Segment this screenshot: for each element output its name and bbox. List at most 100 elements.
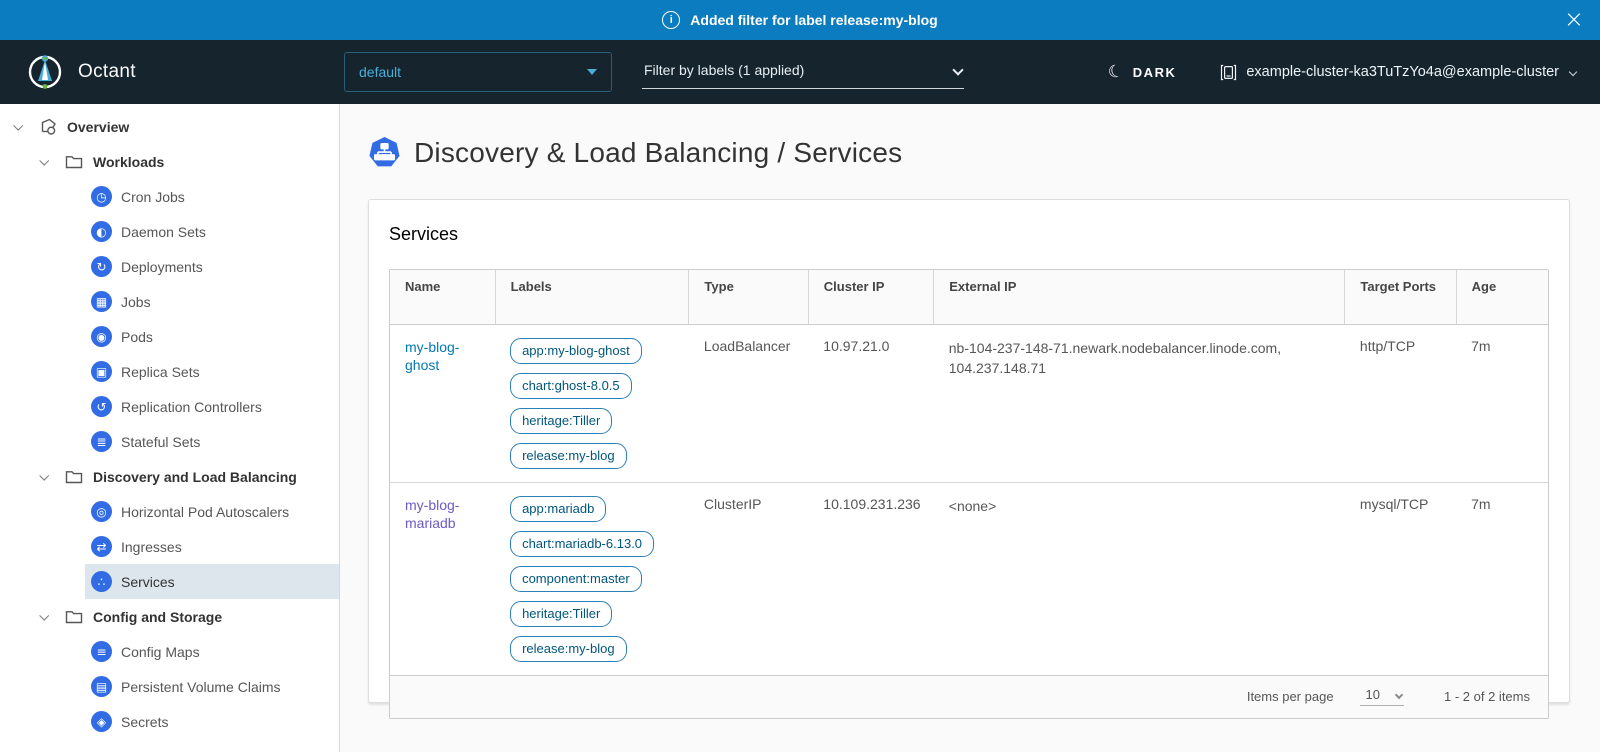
- column-header-cluster-ip: Cluster IP: [808, 270, 933, 324]
- table-row: my-blog-mariadb app:mariadb chart:mariad…: [390, 482, 1548, 675]
- column-header-target-ports: Target Ports: [1345, 270, 1456, 324]
- persistent-volume-claims-icon: ▤: [91, 676, 112, 697]
- services-table: Name Labels Type Cluster IP External IP …: [389, 269, 1549, 719]
- config-maps-icon: ≡: [91, 641, 112, 662]
- label-chip[interactable]: release:my-blog: [510, 636, 627, 662]
- app-title: Octant: [78, 61, 136, 83]
- daemon-sets-icon: ◐: [91, 221, 112, 242]
- service-name-link[interactable]: my-blog-ghost: [405, 339, 459, 374]
- sidebar-item-ingresses[interactable]: ⇄ Ingresses: [85, 529, 340, 564]
- folder-icon: [64, 154, 84, 170]
- namespace-select[interactable]: default: [344, 52, 612, 92]
- label-chip[interactable]: release:my-blog: [510, 443, 627, 469]
- chevron-down-icon[interactable]: [39, 611, 49, 621]
- stateful-sets-icon: ≣: [91, 431, 112, 452]
- sidebar-item-stateful-sets[interactable]: ≣ Stateful Sets: [85, 424, 340, 459]
- info-icon: i: [662, 11, 680, 29]
- replication-controllers-icon: ↺: [91, 396, 112, 417]
- sidebar-item-daemon-sets[interactable]: ◐ Daemon Sets: [85, 214, 340, 249]
- sidebar-item-label: Pods: [121, 329, 153, 345]
- cluster-context-select[interactable]: example-cluster-ka3TuTzYo4a@example-clus…: [1220, 64, 1576, 81]
- target-ports: http/TCP: [1345, 324, 1456, 482]
- sidebar-item-label: Replication Controllers: [121, 399, 262, 415]
- sidebar-group-workloads[interactable]: Workloads: [0, 144, 339, 179]
- dark-mode-label: DARK: [1133, 65, 1177, 80]
- horizontal-pod-autoscalers-icon: ◎: [91, 501, 112, 522]
- sidebar-item-label: Overview: [67, 119, 129, 135]
- sidebar-item-label: Horizontal Pod Autoscalers: [121, 504, 289, 520]
- external-ip: <none>: [934, 482, 1345, 675]
- table-header-row: Name Labels Type Cluster IP External IP …: [390, 270, 1548, 324]
- sidebar-item-jobs[interactable]: ▦ Jobs: [85, 284, 340, 319]
- sidebar-group-discovery-and-load-balancing[interactable]: Discovery and Load Balancing: [0, 459, 339, 494]
- column-header-name: Name: [390, 270, 495, 324]
- sidebar-item-persistent-volume-claims[interactable]: ▤ Persistent Volume Claims: [85, 669, 340, 704]
- sidebar-item-config-maps[interactable]: ≡ Config Maps: [85, 634, 340, 669]
- card-title: Services: [389, 224, 1549, 245]
- sidebar-item-label: Deployments: [121, 259, 203, 275]
- sidebar-item-replica-sets[interactable]: ▣ Replica Sets: [85, 354, 340, 389]
- main-content: Discovery & Load Balancing / Services Se…: [340, 104, 1600, 752]
- column-header-type: Type: [689, 270, 808, 324]
- target-ports: mysql/TCP: [1345, 482, 1456, 675]
- label-chip[interactable]: heritage:Tiller: [510, 601, 612, 627]
- service-type: LoadBalancer: [689, 324, 808, 482]
- service-type: ClusterIP: [689, 482, 808, 675]
- label-chip[interactable]: app:mariadb: [510, 496, 606, 522]
- jobs-icon: ▦: [91, 291, 112, 312]
- cluster-ip: 10.109.231.236: [808, 482, 933, 675]
- sidebar-item-label: Services: [121, 574, 175, 590]
- octant-logo-icon: [26, 53, 64, 91]
- sidebar-item-secrets[interactable]: ◈ Secrets: [85, 704, 340, 739]
- sidebar-item-label: Config Maps: [121, 644, 200, 660]
- close-icon[interactable]: ×: [1564, 4, 1584, 34]
- items-per-page-select[interactable]: 10: [1360, 687, 1404, 706]
- label-chip[interactable]: component:master: [510, 566, 642, 592]
- sidebar-item-label: Ingresses: [121, 539, 182, 555]
- label-chip[interactable]: heritage:Tiller: [510, 408, 612, 434]
- dropdown-triangle-icon: [587, 69, 597, 75]
- folder-icon: [64, 469, 84, 485]
- age: 7m: [1456, 324, 1548, 482]
- label-filter-dropdown[interactable]: Filter by labels (1 applied): [642, 56, 964, 89]
- sidebar-item-label: Replica Sets: [121, 364, 200, 380]
- chevron-down-icon[interactable]: [39, 156, 49, 166]
- sidebar-item-label: Persistent Volume Claims: [121, 679, 281, 695]
- age: 7m: [1456, 482, 1548, 675]
- table-row: my-blog-ghost app:my-blog-ghost chart:gh…: [390, 324, 1548, 482]
- sidebar-item-overview[interactable]: Overview: [0, 109, 339, 144]
- service-name-link[interactable]: my-blog-mariadb: [405, 497, 459, 532]
- sidebar-item-services[interactable]: ∴ Services: [85, 564, 340, 599]
- page-title: Discovery & Load Balancing / Services: [414, 137, 902, 169]
- pods-icon: ◉: [91, 326, 112, 347]
- chevron-down-icon[interactable]: [39, 471, 49, 481]
- column-header-age: Age: [1456, 270, 1548, 324]
- sidebar-item-deployments[interactable]: ↻ Deployments: [85, 249, 340, 284]
- sidebar-item-horizontal-pod-autoscalers[interactable]: ◎ Horizontal Pod Autoscalers: [85, 494, 340, 529]
- chevron-down-icon: [952, 64, 963, 75]
- column-header-labels: Labels: [495, 270, 689, 324]
- cluster-icon: [1220, 64, 1237, 81]
- sidebar-group-label: Discovery and Load Balancing: [93, 469, 297, 485]
- dark-mode-toggle[interactable]: ☾ DARK: [1108, 62, 1176, 82]
- sidebar-item-cron-jobs[interactable]: ◷ Cron Jobs: [85, 179, 340, 214]
- sidebar-group-config-and-storage[interactable]: Config and Storage: [0, 599, 339, 634]
- sidebar-item-pods[interactable]: ◉ Pods: [85, 319, 340, 354]
- sidebar-item-replication-controllers[interactable]: ↺ Replication Controllers: [85, 389, 340, 424]
- secrets-icon: ◈: [91, 711, 112, 732]
- label-chip[interactable]: chart:mariadb-6.13.0: [510, 531, 654, 557]
- label-chip[interactable]: chart:ghost-8.0.5: [510, 373, 632, 399]
- external-ip: nb-104-237-148-71.newark.nodebalancer.li…: [934, 324, 1345, 482]
- cron-jobs-icon: ◷: [91, 186, 112, 207]
- replica-sets-icon: ▣: [91, 361, 112, 382]
- sidebar-item-label: Daemon Sets: [121, 224, 206, 240]
- cluster-context-label: example-cluster-ka3TuTzYo4a@example-clus…: [1246, 64, 1559, 80]
- label-chip[interactable]: app:my-blog-ghost: [510, 338, 642, 364]
- moon-icon: ☾: [1106, 60, 1127, 83]
- chevron-down-icon[interactable]: [13, 121, 23, 131]
- ingresses-icon: ⇄: [91, 536, 112, 557]
- chevron-down-icon: [1569, 68, 1577, 76]
- sidebar: Overview Workloads ◷ Cron Jobs ◐ Daemon …: [0, 104, 340, 752]
- namespace-value: default: [359, 64, 401, 80]
- overview-icon: [38, 117, 58, 136]
